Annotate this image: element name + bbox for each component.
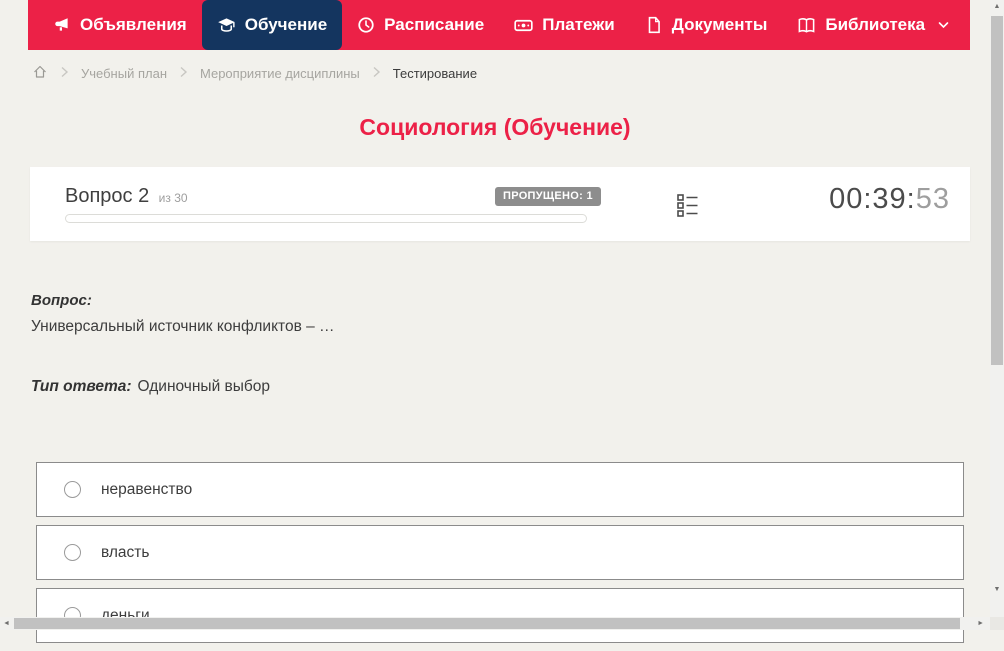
clock-icon [357,16,375,34]
breadcrumb: Учебный план Мероприятие дисциплины Тест… [32,62,477,84]
megaphone-icon [53,16,71,34]
question-label: Вопрос: [31,292,92,309]
wallet-icon [514,16,533,35]
answer-option-3[interactable]: деньги [36,588,964,643]
scroll-down-arrow-icon[interactable]: ▼ [990,584,1004,596]
quiz-progress-bar [65,214,587,223]
nav-item-label: Документы [671,15,768,34]
question-text: Универсальный источник конфликтов – … [31,318,335,335]
breadcrumb-separator-icon [60,66,69,81]
nav-item-payments[interactable]: Платежи [499,0,630,50]
nav-item-library[interactable]: Библиотека [782,0,964,50]
horizontal-scrollbar[interactable]: ◄ ► [0,617,990,630]
radio-button-icon[interactable] [64,481,81,498]
skipped-badge: ПРОПУЩЕНО: 1 [495,187,601,206]
document-icon [645,16,663,34]
nav-item-label: Обучение [244,15,328,34]
nav-item-learning[interactable]: Обучение [201,0,343,50]
nav-item-label: Платежи [542,15,615,34]
quiz-header-card: Вопрос 2 из 30 ПРОПУЩЕНО: 1 00:39:53 [30,167,970,241]
breadcrumb-discipline-event[interactable]: Мероприятие дисциплины [200,66,360,81]
scrollbar-corner [990,617,1004,630]
vertical-scrollbar[interactable]: ▲ ▼ [990,0,1004,617]
answer-type-row: Тип ответа: Одиночный выбор [31,378,270,396]
answer-option-1[interactable]: неравенство [36,462,964,517]
breadcrumb-separator-icon [179,66,188,81]
answer-option-label: власть [101,543,150,561]
scroll-left-arrow-icon[interactable]: ◄ [3,617,10,630]
scroll-up-arrow-icon[interactable]: ▲ [990,1,1004,13]
nav-item-announcements[interactable]: Объявления [38,0,202,50]
chevron-down-icon [938,21,949,29]
nav-item-documents[interactable]: Документы [630,0,783,50]
book-icon [797,16,816,35]
horizontal-scrollbar-thumb[interactable] [14,618,960,629]
page-title: Социология (Обучение) [359,114,631,140]
breadcrumb-separator-icon [372,66,381,81]
question-total: из 30 [158,191,188,205]
answer-type-label: Тип ответа: [31,378,132,395]
breadcrumb-curriculum[interactable]: Учебный план [81,66,167,81]
graduation-cap-icon [217,16,236,35]
nav-item-label: Объявления [80,15,187,34]
breadcrumb-testing: Тестирование [392,65,478,81]
question-counter: Вопрос 2 из 30 [65,185,188,208]
answer-option-2[interactable]: власть [36,525,964,580]
quiz-timer: 00:39:53 [829,183,950,216]
radio-button-icon[interactable] [64,544,81,561]
vertical-scrollbar-thumb[interactable] [991,16,1003,365]
answer-option-label: неравенство [101,480,193,498]
nav-item-label: Библиотека [825,15,926,34]
nav-item-schedule[interactable]: Расписание [342,0,499,50]
answer-type-value: Одиночный выбор [137,378,271,395]
question-list-icon[interactable] [674,190,702,223]
timer-hours-minutes: 00:39: [829,183,916,215]
scroll-right-arrow-icon[interactable]: ► [977,617,984,630]
timer-seconds: 53 [915,183,950,215]
question-number: Вопрос 2 [65,185,150,207]
main-navbar: Объявления Обучение Расписание Платежи Д… [28,0,970,50]
home-icon[interactable] [32,64,48,83]
nav-item-label: Расписание [384,15,485,34]
